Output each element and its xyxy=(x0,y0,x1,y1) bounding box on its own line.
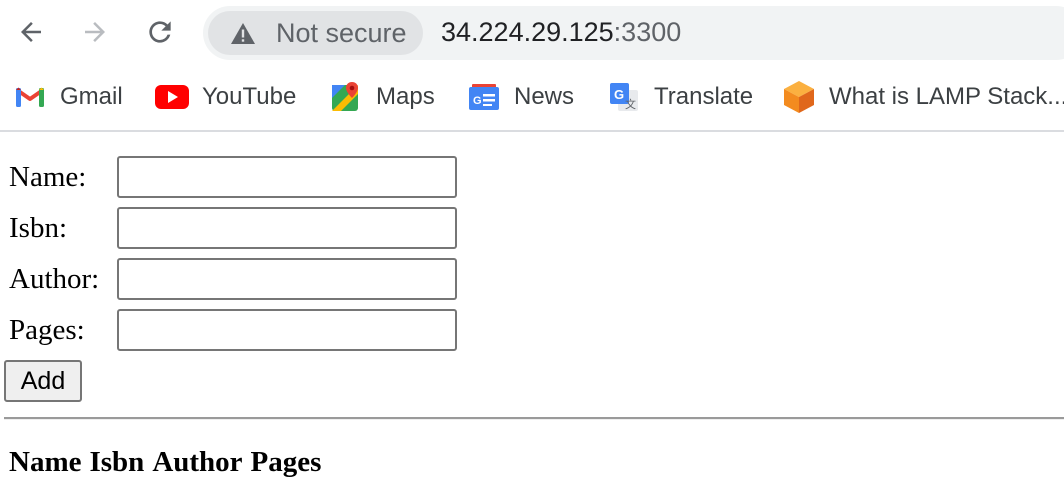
security-label: Not secure xyxy=(276,17,407,48)
bookmark-label: Maps xyxy=(376,83,435,110)
bookmark-label: Translate xyxy=(654,83,754,110)
bookmark-label: What is LAMP Stack... xyxy=(829,83,1064,110)
bookmark-news[interactable]: G News xyxy=(467,80,574,114)
name-row: Name: xyxy=(0,156,470,200)
forward-button[interactable] xyxy=(75,12,115,52)
back-button[interactable] xyxy=(11,12,51,52)
bookmark-maps[interactable]: Maps xyxy=(329,80,435,114)
warning-icon xyxy=(230,21,258,45)
cube-icon xyxy=(782,80,816,114)
pages-input[interactable] xyxy=(117,309,457,351)
bookmark-gmail[interactable]: Gmail xyxy=(13,80,123,114)
add-button[interactable]: Add xyxy=(4,360,82,402)
bookmark-label: News xyxy=(514,83,575,110)
bookmark-translate[interactable]: G 文 Translate xyxy=(607,80,753,114)
name-label: Name: xyxy=(9,161,87,193)
bookmark-label: YouTube xyxy=(202,83,297,110)
bookmark-lamp-stack[interactable]: What is LAMP Stack... xyxy=(782,80,1064,114)
reload-icon xyxy=(149,21,171,43)
arrow-right-icon xyxy=(85,22,105,42)
header-isbn: Isbn xyxy=(89,446,145,478)
pages-row: Pages: xyxy=(0,309,470,353)
security-chip[interactable]: Not secure xyxy=(208,11,423,55)
author-row: Author: xyxy=(0,258,470,302)
author-input[interactable] xyxy=(117,258,457,300)
table-header-row: Name Isbn Author Pages xyxy=(9,444,321,480)
news-icon: G xyxy=(467,80,501,114)
reload-button[interactable] xyxy=(140,12,180,52)
url-host: 34.224.29.125 xyxy=(441,17,614,47)
address-bar[interactable]: Not secure 34.224.29.125:3300 xyxy=(203,6,1064,60)
bookmarks-bar: Gmail YouTube Maps G News G 文 Translate … xyxy=(0,64,1064,132)
browser-toolbar: Not secure 34.224.29.125:3300 xyxy=(0,0,1064,64)
author-label: Author: xyxy=(9,263,100,295)
svg-text:文: 文 xyxy=(625,97,636,111)
isbn-label: Isbn: xyxy=(9,212,67,244)
url-text[interactable]: 34.224.29.125:3300 xyxy=(441,17,681,48)
svg-text:G: G xyxy=(614,87,624,102)
header-name: Name xyxy=(9,446,82,478)
header-author: Author xyxy=(152,446,243,478)
isbn-row: Isbn: xyxy=(0,207,470,251)
bookmark-label: Gmail xyxy=(60,83,123,110)
pages-label: Pages: xyxy=(9,314,85,346)
svg-text:G: G xyxy=(473,95,482,107)
arrow-left-icon xyxy=(21,22,41,42)
url-port: :3300 xyxy=(613,17,682,47)
bookmark-youtube[interactable]: YouTube xyxy=(155,80,296,114)
maps-icon xyxy=(329,80,363,114)
youtube-icon xyxy=(155,80,189,114)
divider xyxy=(4,417,1064,420)
gmail-icon xyxy=(13,80,47,114)
name-input[interactable] xyxy=(117,156,457,198)
isbn-input[interactable] xyxy=(117,207,457,249)
translate-icon: G 文 xyxy=(607,80,641,114)
page-content: Name: Isbn: Author: Pages: Add Name Isbn… xyxy=(0,132,1064,482)
header-pages: Pages xyxy=(250,446,322,478)
